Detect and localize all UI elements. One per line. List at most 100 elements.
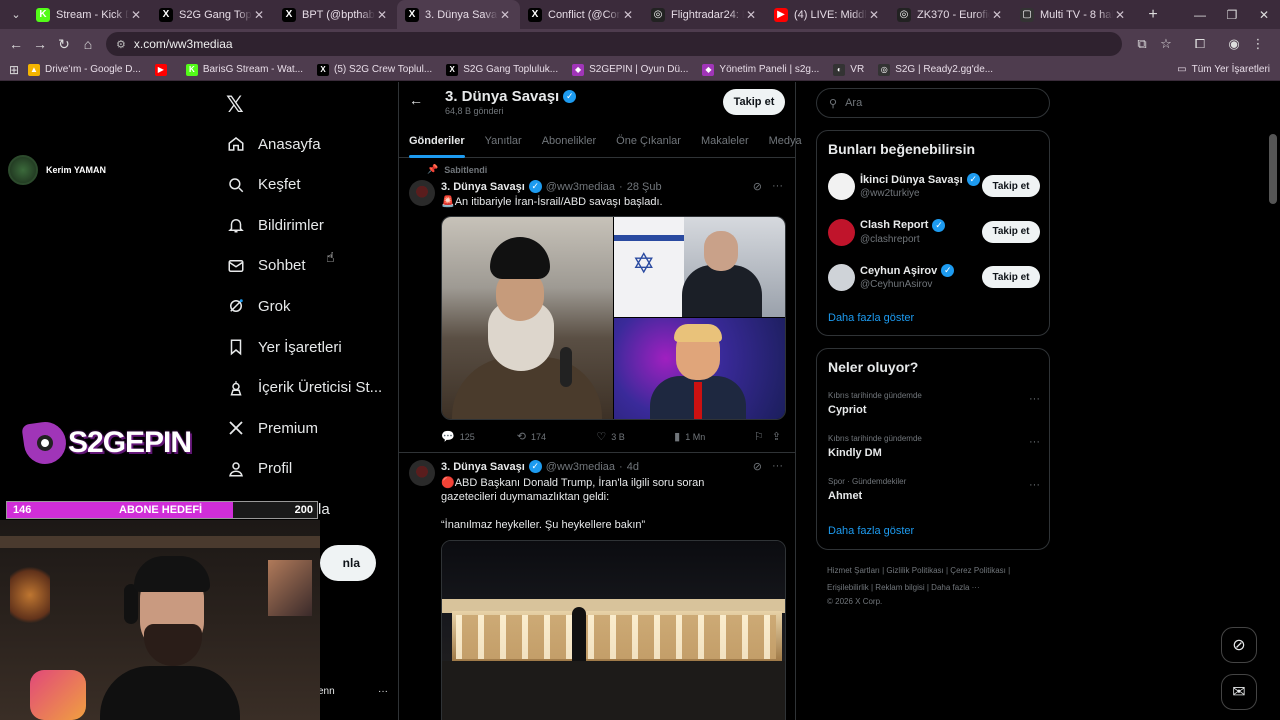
all-bookmarks[interactable]: ▭ Tüm Yer İşaretleri <box>1177 64 1270 75</box>
bookmark-item[interactable]: ◆ Yönetim Paneli | s2g... <box>702 63 819 76</box>
profile-avatar-icon[interactable]: ◉ <box>1222 36 1246 52</box>
suggested-avatar[interactable] <box>828 218 855 246</box>
post-button[interactable]: nla <box>320 545 376 581</box>
browser-tab[interactable]: ◎ ZK370 - Eurofighter Typhoon ✕ <box>889 0 1012 29</box>
grok-explain-icon[interactable]: ⊘ <box>753 180 762 193</box>
browser-tab[interactable]: X BPT (@bpthaber) / X ✕ <box>274 0 397 29</box>
account-switcher[interactable]: enn ··· <box>318 686 388 697</box>
bookmark-item[interactable]: X S2G Gang Topluluk... <box>446 63 558 76</box>
profile-tab[interactable]: Gönderiler <box>399 124 475 158</box>
url-input[interactable]: ⚙ x.com/ww3mediaa <box>106 32 1122 56</box>
home-browser-icon[interactable]: ⌂ <box>76 36 100 52</box>
author-avatar[interactable] <box>409 180 435 206</box>
close-window-icon[interactable]: ✕ <box>1248 8 1280 22</box>
photo-white-house-night[interactable] <box>442 541 785 720</box>
messages-fab-icon[interactable]: ✉ <box>1221 674 1257 710</box>
tweet-more-icon[interactable]: ··· <box>772 180 783 193</box>
browser-tab[interactable]: X Conflict (@ConflictTR) / X ✕ <box>520 0 643 29</box>
nav-item-5[interactable]: Grok <box>226 296 291 316</box>
back-icon[interactable]: ← <box>4 36 28 52</box>
profile-tab[interactable]: Makaleler <box>691 124 759 158</box>
suggested-avatar[interactable] <box>828 173 855 200</box>
tweet-pinned[interactable]: 📌 Sabitlendi 3. Dünya Savaşı ✓ @ww3media… <box>399 164 795 450</box>
views-button[interactable]: ▮ 1 Mn <box>674 430 754 443</box>
follow-button[interactable]: Takip et <box>982 175 1040 197</box>
grok-fab-icon[interactable]: ⊘ <box>1221 627 1257 663</box>
suggested-avatar[interactable] <box>828 264 855 291</box>
profile-tab[interactable]: Yanıtlar <box>475 124 532 158</box>
forward-icon[interactable]: → <box>28 36 52 52</box>
browser-tab[interactable]: ◎ Flightradar24: Live Flight Tracker ✕ <box>643 0 766 29</box>
browser-tab[interactable]: X S2G Gang Topluluk / X ✕ <box>151 0 274 29</box>
browser-tab[interactable]: X 3. Dünya Savaşı (@ww3mediaa) / X ✕ <box>397 0 520 29</box>
new-tab-button[interactable]: + <box>1141 6 1165 24</box>
tab-close-icon[interactable]: ✕ <box>867 8 881 22</box>
tab-close-icon[interactable]: ✕ <box>621 8 635 22</box>
nav-item-8[interactable]: Premium <box>226 418 318 438</box>
nav-item-6[interactable]: Yer İşaretleri <box>226 337 342 357</box>
bookmark-item[interactable]: K BarisG Stream - Wat... <box>185 63 303 76</box>
extensions-icon[interactable]: ⧠ <box>1188 36 1212 52</box>
follow-button[interactable]: Takip et <box>982 220 1040 243</box>
grok-explain-icon[interactable]: ⊘ <box>753 460 762 473</box>
bookmark-item[interactable]: X (5) S2G Crew Toplul... <box>317 63 432 76</box>
tweet-media-grid[interactable] <box>441 216 786 420</box>
author-avatar[interactable] <box>409 460 435 486</box>
show-more-link[interactable]: Daha fazla göster <box>828 312 914 324</box>
cast-icon[interactable]: ⧉ <box>1130 36 1154 52</box>
tweet-item[interactable]: 3. Dünya Savaşı ✓ @ww3mediaa · 4d ⊘ ··· … <box>399 460 795 720</box>
bookmark-item[interactable]: ▲ Drive'ım - Google D... <box>28 63 141 76</box>
tab-search-button[interactable]: ⌄ <box>4 4 28 26</box>
photo-netanyahu[interactable] <box>614 217 785 317</box>
nav-item-9[interactable]: Profil <box>226 459 292 479</box>
trends-show-more-link[interactable]: Daha fazla göster <box>828 525 914 537</box>
tab-close-icon[interactable]: ✕ <box>1113 8 1127 22</box>
tab-close-icon[interactable]: ✕ <box>129 8 143 22</box>
bookmark-item[interactable]: ▶ <box>154 63 172 76</box>
tab-close-icon[interactable]: ✕ <box>375 8 389 22</box>
suggested-account[interactable]: Clash Report ✓ @clashreport Takip et <box>828 218 1040 251</box>
trend-more-icon[interactable]: ··· <box>1029 479 1040 491</box>
nav-item-2[interactable]: Keşfet <box>226 175 301 195</box>
bookmark-button[interactable]: ⚐ <box>754 430 772 443</box>
tweet-media[interactable] <box>441 540 786 720</box>
tweet-date[interactable]: 4d <box>627 461 639 473</box>
nav-item-1[interactable]: Anasayfa <box>226 134 321 154</box>
site-info-icon[interactable]: ⚙ <box>116 38 126 51</box>
profile-tab[interactable]: Öne Çıkanlar <box>606 124 691 158</box>
bookmark-item[interactable]: ◎ S2G | Ready2.gg'de... <box>878 63 993 76</box>
profile-tab[interactable]: Abonelikler <box>532 124 606 158</box>
author-handle[interactable]: @ww3mediaa <box>546 461 615 473</box>
nav-item-4[interactable]: Sohbet <box>226 256 306 276</box>
bookmark-item[interactable]: ◆ S2GEPIN | Oyun Dü... <box>572 63 688 76</box>
tweet-date[interactable]: 28 Şub <box>627 181 662 193</box>
follow-button[interactable]: Takip et <box>982 266 1040 288</box>
trend-more-icon[interactable]: ··· <box>1029 436 1040 448</box>
suggested-account[interactable]: Ceyhun Aşirov ✓ @CeyhunAsirov Takip et <box>828 264 1040 296</box>
tab-close-icon[interactable]: ✕ <box>744 8 758 22</box>
share-button[interactable]: ⇪ <box>772 430 786 443</box>
minimize-icon[interactable]: — <box>1184 8 1216 22</box>
footer-line-1[interactable]: Hizmet Şartları | Gizlilik Politikası | … <box>827 562 1039 579</box>
nav-item-3[interactable]: Bildirimler <box>226 215 324 235</box>
star-icon[interactable]: ☆ <box>1154 36 1178 52</box>
nav-item-7[interactable]: İçerik Üreticisi St... <box>226 378 382 398</box>
back-arrow-icon[interactable]: ← <box>409 92 423 108</box>
reply-button[interactable]: 💬 125 <box>441 430 517 443</box>
author-name[interactable]: 3. Dünya Savaşı <box>441 461 525 473</box>
author-name[interactable]: 3. Dünya Savaşı <box>441 181 525 193</box>
profile-tab[interactable]: Medya <box>759 124 812 158</box>
trend-item[interactable]: Kıbrıs tarihinde gündemde Kindly DM ··· <box>828 434 1040 459</box>
trend-item[interactable]: Kıbrıs tarihinde gündemde Cypriot ··· <box>828 391 1040 416</box>
apps-icon[interactable]: ⊞ <box>0 63 28 77</box>
like-button[interactable]: ♡ 3 B <box>596 430 674 443</box>
browser-tab[interactable]: ▶ (4) LIVE: Middle East ✕ <box>766 0 889 29</box>
tab-close-icon[interactable]: ✕ <box>990 8 1004 22</box>
trend-more-icon[interactable]: ··· <box>1029 393 1040 405</box>
tab-close-icon[interactable]: ✕ <box>498 8 512 22</box>
suggested-account[interactable]: İkinci Dünya Savaşı ✓ @ww2turkiye Takip e… <box>828 173 1040 205</box>
photo-cleric[interactable] <box>442 217 613 419</box>
page-scrollbar[interactable] <box>1269 134 1277 204</box>
browser-tab[interactable]: K Stream - Kick Dashboard ✕ <box>28 0 151 29</box>
follow-button[interactable]: Takip et <box>723 89 785 115</box>
